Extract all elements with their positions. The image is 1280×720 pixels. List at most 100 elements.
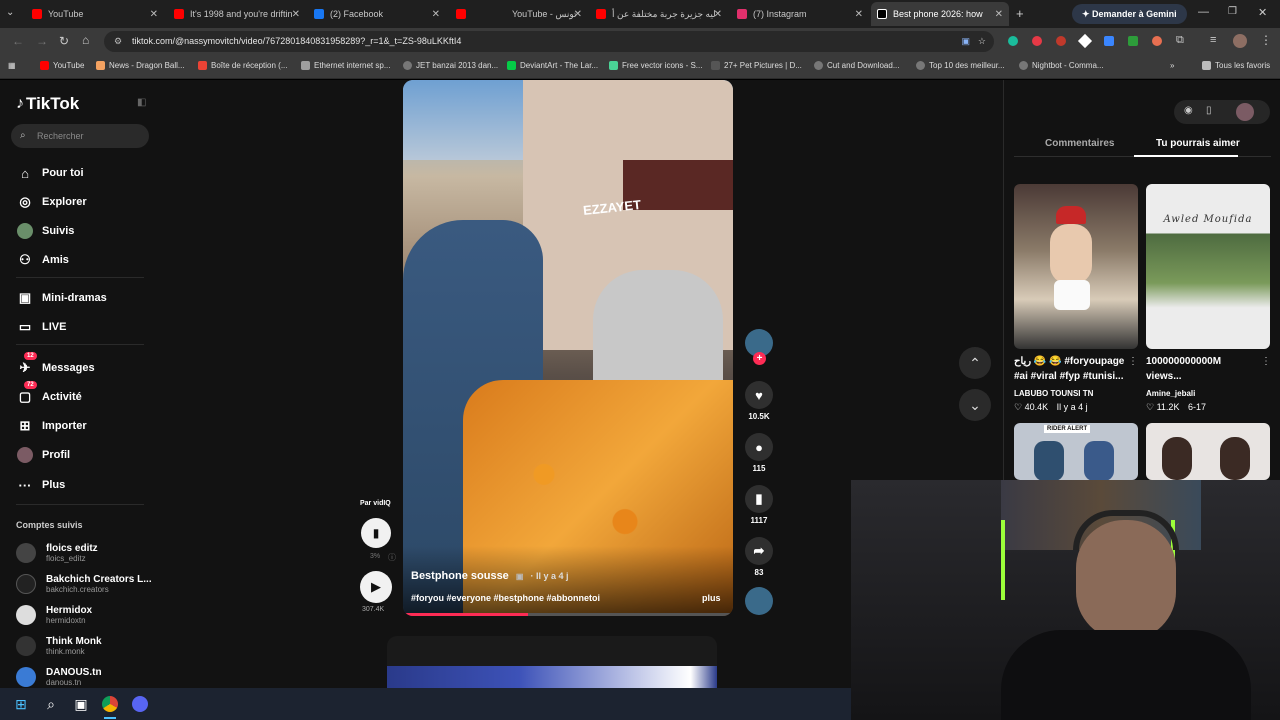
suggested-video-user[interactable]: LABUBO TOUNSI TN [1014,389,1093,398]
extension-icon[interactable] [1077,33,1093,49]
suggested-video-caption[interactable]: 100000000000M views... [1146,354,1264,384]
translate-icon[interactable]: ▣ [961,31,970,52]
video-progress-bar[interactable] [403,613,733,616]
nav-item-amis[interactable]: ⚇ Amis [16,251,69,269]
sound-button[interactable] [745,587,773,618]
followed-account[interactable]: Think Monk think.monk [16,636,102,656]
close-tab-icon[interactable]: ✕ [574,9,582,20]
close-tab-icon[interactable]: ✕ [292,9,300,20]
nav-item-messages[interactable]: ✈ 12 Messages [16,352,95,377]
back-icon[interactable]: ← [12,34,24,48]
like-button[interactable]: ♥ 10.5K [745,381,773,421]
play-button[interactable]: ▶ [360,571,392,603]
suggested-video-caption[interactable]: رياح 😂 😂 #foryoupage #ai #viral #fyp #tu… [1014,354,1132,384]
next-video-button[interactable]: ⌄ [959,389,991,421]
vidiq-stats-button[interactable]: ▮ [361,518,391,548]
close-window-icon[interactable]: ✕ [1258,6,1267,19]
tab-list-icon[interactable]: ⌄ [6,7,14,18]
search-input[interactable]: ⌕ Rechercher [11,124,149,148]
suggested-video-thumb[interactable]: Awled Moufida [1146,184,1270,349]
nav-item-pour-toi[interactable]: ⌂ Pour toi [16,164,84,182]
browser-tab[interactable]: It's 1998 and you're driftin ✕ [168,2,306,26]
extension-icon[interactable] [1008,36,1018,46]
home-icon[interactable]: ⌂ [82,33,89,47]
all-bookmarks-folder[interactable]: Tous les favoris [1202,61,1270,70]
video-author[interactable]: Bestphone sousse ▣ · Il y a 4 j [411,570,569,582]
bookmark-item[interactable]: Ethernet internet sp... [301,61,391,70]
windows-start-icon[interactable]: ⊞ [11,694,31,714]
browser-tab-active[interactable]: Best phone 2026: how ✕ [871,2,1009,26]
chrome-icon[interactable] [100,694,120,714]
comment-button[interactable]: ● 115 [745,433,773,473]
tab-suggestions[interactable]: Tu pourrais aimer [1156,138,1240,149]
close-tab-icon[interactable]: ✕ [150,9,158,20]
close-tab-icon[interactable]: ✕ [855,9,863,20]
bookmark-item[interactable]: JET banzai 2013 dan... [403,61,498,70]
more-description-button[interactable]: plus [702,593,721,603]
forward-icon[interactable]: → [36,34,48,48]
bookmark-star-icon[interactable]: ☆ [978,31,986,52]
restore-icon[interactable]: ❐ [1228,6,1237,17]
more-bookmarks-icon[interactable]: » [1170,61,1174,70]
suggested-video-thumb[interactable] [1014,184,1138,349]
extension-icon[interactable] [1104,36,1114,46]
bookmark-item[interactable]: DeviantArt - The Lar... [507,61,598,70]
suggested-video-thumb[interactable]: RIDER ALERT [1014,423,1138,480]
video-hashtags[interactable]: #foryou #everyone #bestphone #abbonnetoi [411,593,600,603]
discord-icon[interactable] [130,694,150,714]
extension-icon[interactable] [1152,36,1162,46]
browser-menu-icon[interactable]: ⋮ [1260,33,1272,47]
browser-tab[interactable]: ليه جزيرة جربة مختلفة عن أ ✕ [590,2,728,26]
video-player[interactable]: EZZAYET Bestphone sousse ▣ · Il y a 4 j … [403,80,733,616]
suggested-video-thumb[interactable] [1146,423,1270,480]
save-button[interactable]: ▮ 1117 [745,485,773,525]
close-tab-icon[interactable]: ✕ [995,9,1003,20]
previous-video-button[interactable]: ⌃ [959,347,991,379]
extensions-puzzle-icon[interactable]: ⧉ [1176,34,1184,47]
nav-item-live[interactable]: ▭ LIVE [16,318,67,336]
bookmark-item[interactable]: Nightbot - Comma... [1019,61,1104,70]
url-input[interactable]: ⚙ tiktok.com/@nassymovitch/video/7672801… [104,31,994,52]
nav-item-plus[interactable]: ··· Plus [16,476,66,494]
apps-icon[interactable]: ▦ [8,61,16,70]
task-view-icon[interactable]: ▣ [71,694,91,714]
collapse-sidebar-icon[interactable]: ◧ [137,97,146,108]
followed-account[interactable]: DANOUS.tn danous.tn [16,667,102,687]
tab-comments[interactable]: Commentaires [1045,138,1114,149]
bookmark-item[interactable]: YouTube [40,61,84,70]
media-controls-icon[interactable]: ≡ [1210,34,1216,46]
device-icon[interactable]: ▯ [1206,105,1212,116]
nav-item-importer[interactable]: ⊞ Importer [16,417,87,435]
browser-tab[interactable]: (7) Instagram ✕ [731,2,869,26]
tiktok-logo[interactable]: ♪ TikTok [16,94,79,114]
extension-icon[interactable] [1056,36,1066,46]
browser-tab[interactable]: YouTube ✕ [26,2,164,26]
followed-account[interactable]: floics editz floics_editz [16,543,98,563]
followed-account[interactable]: Hermidox hermidoxtn [16,605,92,625]
close-tab-icon[interactable]: ✕ [432,9,440,20]
bookmark-item[interactable]: Boîte de réception (... [198,61,288,70]
gemini-button[interactable]: ✦ Demander à Gemini [1072,4,1187,24]
search-icon[interactable]: ⌕ [41,694,61,714]
nav-item-suivis[interactable]: Suivis [16,222,74,240]
bookmark-item[interactable]: News - Dragon Ball... [96,61,185,70]
share-button[interactable]: ➦ 83 [745,537,773,577]
user-avatar[interactable] [1236,103,1254,121]
followed-account[interactable]: Bakchich Creators L... bakchich.creators [16,574,152,594]
suggested-video-user[interactable]: Amine_jebali [1146,389,1195,398]
bookmark-item[interactable]: 27+ Pet Pictures | D... [711,61,802,70]
nav-item-explorer[interactable]: ◎ Explorer [16,193,86,211]
more-options-icon[interactable]: ⋮ [1128,356,1138,367]
bookmark-item[interactable]: Cut and Download... [814,61,900,70]
minimize-icon[interactable]: — [1198,6,1209,18]
info-icon[interactable]: ⓘ [388,552,396,563]
nav-item-activite[interactable]: ▢ 72 Activité [16,381,82,406]
site-info-icon[interactable]: ⚙ [114,31,122,52]
nav-item-profil[interactable]: Profil [16,446,70,464]
next-video-preview[interactable] [387,636,717,688]
creator-avatar-button[interactable]: + [745,329,773,365]
extension-icon[interactable] [1128,36,1138,46]
bookmark-item[interactable]: Top 10 des meilleur... [916,61,1005,70]
follow-plus-icon[interactable]: + [753,352,766,365]
browser-tab[interactable]: (2) Facebook ✕ [308,2,446,26]
